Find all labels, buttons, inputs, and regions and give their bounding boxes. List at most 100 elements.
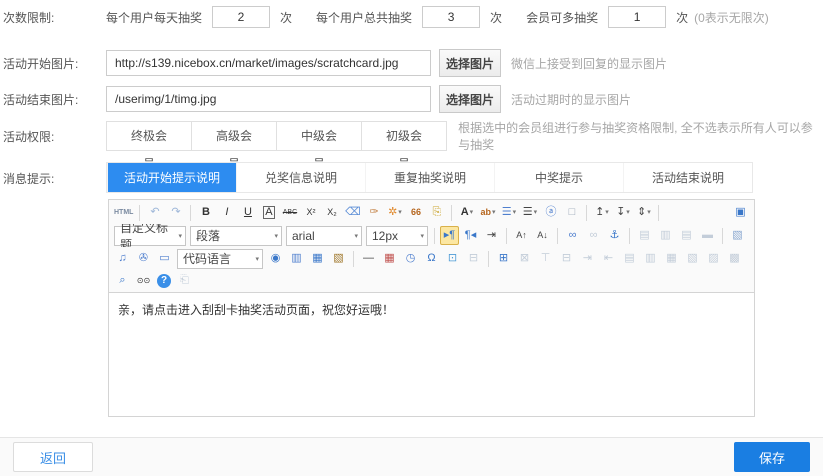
insert-time-icon[interactable]: ◷ xyxy=(401,249,420,268)
split-row-icon[interactable]: ▧ xyxy=(683,249,702,268)
img-float-none-icon[interactable]: ▬ xyxy=(698,226,717,245)
letter-case-lower-icon-glyph: A↓ xyxy=(537,231,548,240)
format-painter-icon[interactable]: ✑ xyxy=(364,203,383,222)
char-border-icon[interactable]: A xyxy=(259,203,278,222)
bold-icon[interactable]: B xyxy=(196,203,215,222)
member-option-button[interactable]: 终极会员 xyxy=(106,121,192,151)
font-size-select[interactable]: 12px▾ xyxy=(366,226,428,246)
img-float-right-icon[interactable]: ▤ xyxy=(677,226,696,245)
help-icon[interactable]: ? xyxy=(157,274,171,288)
toolbar-separator xyxy=(658,205,659,221)
ordered-list-icon[interactable]: ☰▾ xyxy=(499,203,518,222)
strikethrough-icon[interactable]: ABC xyxy=(280,203,299,222)
paragraph-select[interactable]: 段落▾ xyxy=(190,226,282,246)
clipboard-icon[interactable]: ⎗ xyxy=(175,271,194,290)
search-replace-icon[interactable]: ⊙⊙ xyxy=(134,271,153,290)
img-float-center-icon[interactable]: ▥ xyxy=(656,226,675,245)
merge-cells-icon[interactable]: ⊟ xyxy=(557,249,576,268)
delete-row-icon[interactable]: ▤ xyxy=(620,249,639,268)
auto-typeset-icon[interactable]: ✲▾ xyxy=(385,203,404,222)
insert-table-icon[interactable]: ⊞ xyxy=(494,249,513,268)
preview-icon[interactable]: ⌕ xyxy=(113,271,132,290)
attachment-icon[interactable]: ✇ xyxy=(134,249,153,268)
insert-col-icon[interactable]: ⇤ xyxy=(599,249,618,268)
insert-image-icon[interactable]: ▧ xyxy=(728,226,747,245)
blockquote-icon[interactable]: 66 xyxy=(406,203,425,222)
template-icon[interactable]: ⊟ xyxy=(464,249,483,268)
chevron-down-icon: ▾ xyxy=(470,209,474,216)
message-tab[interactable]: 重复抽奖说明 xyxy=(365,163,494,192)
line-height-icon[interactable]: ⇕▾ xyxy=(634,203,653,222)
font-family-select[interactable]: arial▾ xyxy=(286,226,362,246)
back-button[interactable]: 返回 xyxy=(13,442,93,472)
image-manager-icon[interactable]: ▨ xyxy=(749,226,751,245)
font-color-icon[interactable]: A▾ xyxy=(457,203,476,222)
chevron-down-icon: ▾ xyxy=(647,209,651,216)
delete-table-icon[interactable]: ⊠ xyxy=(515,249,534,268)
redo-icon[interactable]: ↷ xyxy=(166,203,185,222)
insert-frame-icon[interactable]: ▭ xyxy=(155,249,174,268)
unlink-icon[interactable]: ∞ xyxy=(584,226,603,245)
edit-table-icon[interactable]: ▦ xyxy=(308,249,327,268)
message-tab[interactable]: 活动结束说明 xyxy=(623,163,752,192)
music-icon[interactable]: ♫ xyxy=(113,249,132,268)
member-extra-label: 会员可多抽奖 xyxy=(526,9,598,26)
insert-date-icon[interactable]: ▦ xyxy=(380,249,399,268)
member-extra-input[interactable] xyxy=(608,6,666,28)
split-cell-icon[interactable]: ▦ xyxy=(662,249,681,268)
split-col-icon[interactable]: ▨ xyxy=(704,249,723,268)
permission-row: 活动权限: 终极会员高级会员中级会员初级会员 根据选中的会员组进行参与抽奖资格限… xyxy=(0,119,823,153)
paste-text-icon[interactable]: ⎘ xyxy=(427,203,446,222)
anchor-icon[interactable]: ⚓ xyxy=(605,226,624,245)
superscript-icon[interactable]: X² xyxy=(301,203,320,222)
letter-case-lower-icon[interactable]: A↓ xyxy=(533,226,552,245)
table-average-icon[interactable]: ▩ xyxy=(725,249,744,268)
message-tab[interactable]: 中奖提示 xyxy=(494,163,623,192)
code-language-select[interactable]: 代码语言▾ xyxy=(177,249,263,269)
source-code-icon[interactable]: HTML xyxy=(113,203,134,222)
end-image-pick-button[interactable]: 选择图片 xyxy=(439,85,501,113)
message-tab[interactable]: 活动开始提示说明 xyxy=(107,163,236,192)
underline-icon[interactable]: U xyxy=(238,203,257,222)
google-map-icon[interactable]: ◉ xyxy=(266,249,285,268)
link-icon[interactable]: ∞ xyxy=(563,226,582,245)
dir-rtl-icon[interactable]: ¶◂ xyxy=(461,226,480,245)
img-float-left-icon[interactable]: ▤ xyxy=(635,226,654,245)
insert-row-icon[interactable]: ⇥ xyxy=(578,249,597,268)
anchor-mark-icon[interactable]: ⓐ xyxy=(541,203,560,222)
fullscreen-icon[interactable]: ▣ xyxy=(731,203,750,222)
start-image-input[interactable] xyxy=(106,50,431,76)
member-option-button[interactable]: 初级会员 xyxy=(361,121,447,151)
blank-doc-icon[interactable]: □ xyxy=(562,203,581,222)
subscript-icon[interactable]: X₂ xyxy=(322,203,341,222)
blank-page-icon[interactable]: □ xyxy=(746,249,751,268)
member-option-button[interactable]: 中级会员 xyxy=(276,121,362,151)
italic-icon[interactable]: I xyxy=(217,203,236,222)
end-image-input[interactable] xyxy=(106,86,431,112)
highlight-color-icon[interactable]: ab▾ xyxy=(478,203,497,222)
unordered-list-icon[interactable]: ☰▾ xyxy=(520,203,539,222)
save-button[interactable]: 保存 xyxy=(734,442,810,472)
horizontal-rule-icon[interactable]: — xyxy=(359,249,378,268)
custom-title-select[interactable]: 自定义标题▾ xyxy=(114,226,186,246)
member-option-button[interactable]: 高级会员 xyxy=(191,121,277,151)
editor-content[interactable]: 亲，请点击进入刮刮卡抽奖活动页面，祝您好运哦！ xyxy=(109,293,754,416)
indent-icon[interactable]: ⇥ xyxy=(482,226,501,245)
format-clear-icon[interactable]: ⌫ xyxy=(343,203,362,222)
margin-bottom-icon[interactable]: ↧▾ xyxy=(613,203,632,222)
baidu-app-icon-glyph: ⊡ xyxy=(448,253,457,264)
page-break-icon[interactable]: ▥ xyxy=(287,249,306,268)
letter-case-upper-icon[interactable]: A↑ xyxy=(512,226,531,245)
per-day-input[interactable] xyxy=(212,6,270,28)
snapshot-icon[interactable]: ▧ xyxy=(329,249,348,268)
start-image-pick-button[interactable]: 选择图片 xyxy=(439,49,501,77)
dir-ltr-icon[interactable]: ▸¶ xyxy=(440,226,459,245)
table-title-icon[interactable]: ⊤ xyxy=(536,249,555,268)
special-chars-icon[interactable]: Ω xyxy=(422,249,441,268)
margin-top-icon[interactable]: ↥▾ xyxy=(592,203,611,222)
baidu-app-icon[interactable]: ⊡ xyxy=(443,249,462,268)
message-tab[interactable]: 兑奖信息说明 xyxy=(236,163,365,192)
total-input[interactable] xyxy=(422,6,480,28)
undo-icon[interactable]: ↶ xyxy=(145,203,164,222)
delete-col-icon[interactable]: ▥ xyxy=(641,249,660,268)
